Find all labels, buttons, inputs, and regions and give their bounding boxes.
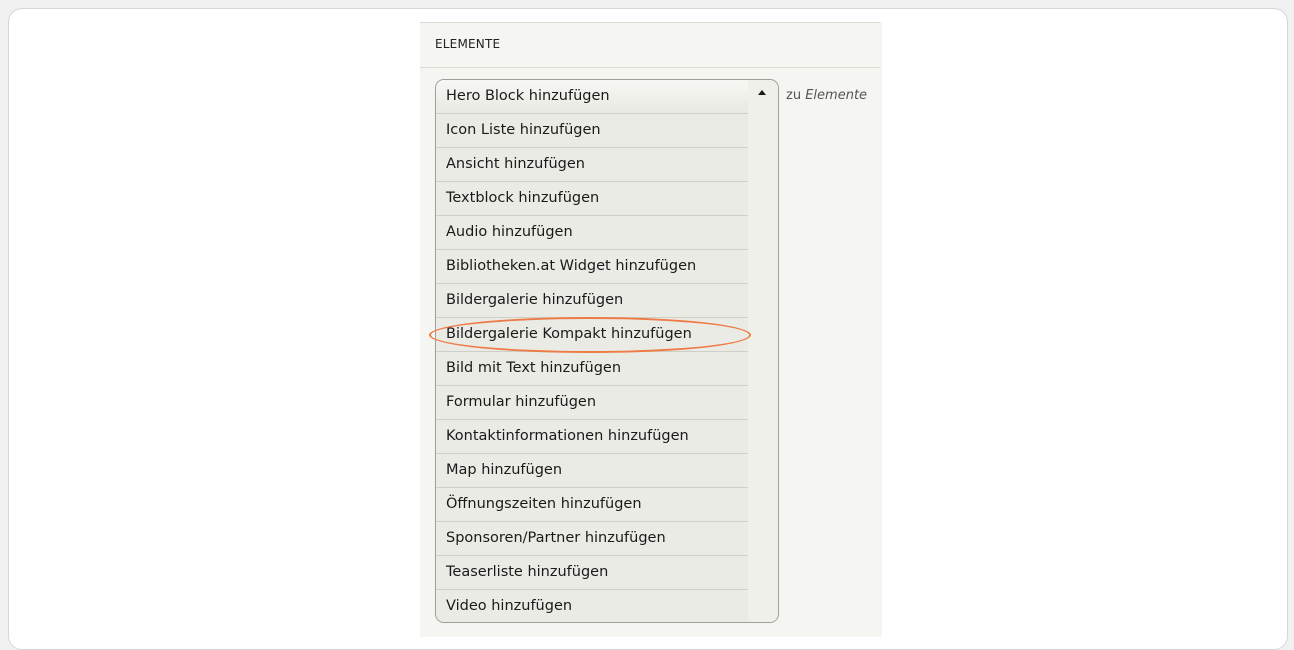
dropdown-item-sponsoren-partner[interactable]: Sponsoren/Partner hinzufügen <box>436 522 748 556</box>
dropdown-item-bild-mit-text[interactable]: Bild mit Text hinzufügen <box>436 352 748 386</box>
dropdown-toggle-button[interactable] <box>748 80 778 622</box>
section-header: ELEMENTE <box>420 22 880 68</box>
caret-up-icon <box>758 90 766 95</box>
dropdown-item-icon-liste[interactable]: Icon Liste hinzufügen <box>436 114 748 148</box>
dropdown-item-textblock[interactable]: Textblock hinzufügen <box>436 182 748 216</box>
dropdown-item-video[interactable]: Video hinzufügen <box>436 590 748 622</box>
dropdown-item-kontaktinformationen[interactable]: Kontaktinformationen hinzufügen <box>436 420 748 454</box>
suffix-prefix: zu <box>786 88 802 103</box>
target-field-label: zu Elemente <box>786 88 867 103</box>
dropdown-item-bibliotheken-widget[interactable]: Bibliotheken.at Widget hinzufügen <box>436 250 748 284</box>
section-title: ELEMENTE <box>435 37 501 51</box>
dropdown-item-map[interactable]: Map hinzufügen <box>436 454 748 488</box>
dropdown-item-bildergalerie[interactable]: Bildergalerie hinzufügen <box>436 284 748 318</box>
suffix-target: Elemente <box>805 88 868 103</box>
dropdown-item-oeffnungszeiten[interactable]: Öffnungszeiten hinzufügen <box>436 488 748 522</box>
elements-panel: ELEMENTE Hero Block hinzufügen Icon List… <box>420 22 882 637</box>
dropdown-item-teaserliste[interactable]: Teaserliste hinzufügen <box>436 556 748 590</box>
dropdown-list: Hero Block hinzufügen Icon Liste hinzufü… <box>436 80 749 622</box>
dropdown-item-audio[interactable]: Audio hinzufügen <box>436 216 748 250</box>
add-element-dropdown[interactable]: Hero Block hinzufügen Icon Liste hinzufü… <box>435 79 779 623</box>
dropdown-item-ansicht[interactable]: Ansicht hinzufügen <box>436 148 748 182</box>
dropdown-item-formular[interactable]: Formular hinzufügen <box>436 386 748 420</box>
dropdown-item-hero-block[interactable]: Hero Block hinzufügen <box>436 80 748 114</box>
dropdown-item-bildergalerie-kompakt[interactable]: Bildergalerie Kompakt hinzufügen <box>436 318 748 352</box>
